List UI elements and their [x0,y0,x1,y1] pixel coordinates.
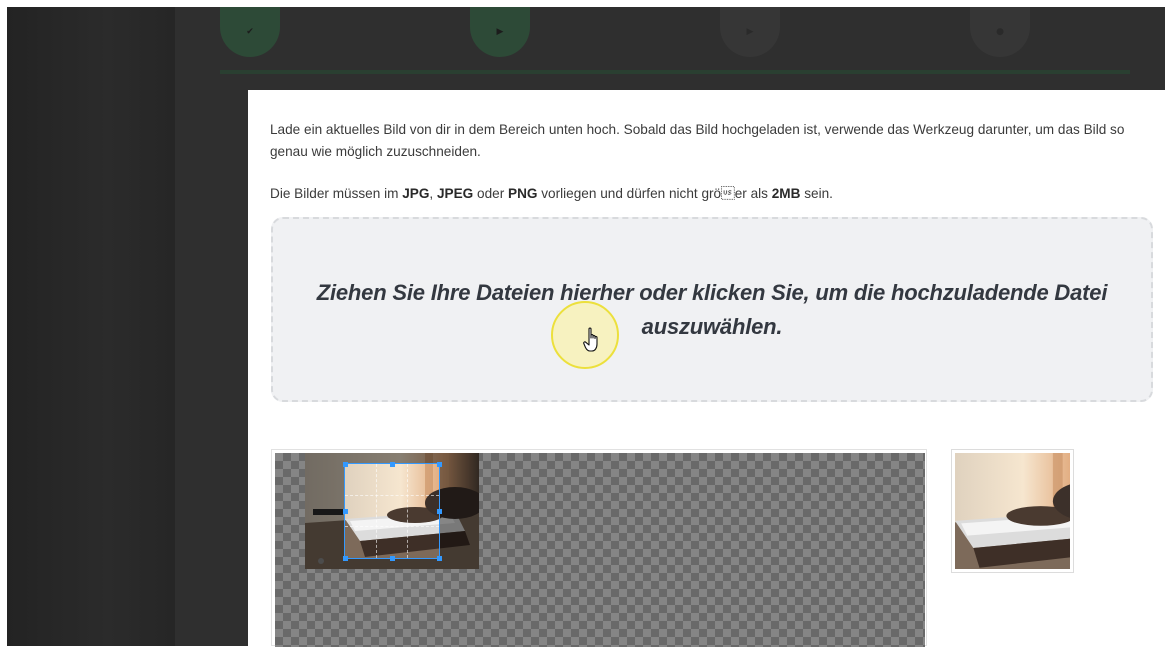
step-1-button[interactable]: ✔ [220,7,280,57]
crop-handle-se[interactable] [437,556,442,561]
play-icon: ▶ [496,27,504,37]
crop-handle-n[interactable] [390,462,395,467]
format-png: PNG [508,186,538,201]
crop-handle-ne[interactable] [437,462,442,467]
formats-middle: vorliegen und dürfen nicht grö er als [537,186,772,201]
circle-icon: ● [996,27,1004,37]
crop-handle-nw[interactable] [343,462,348,467]
step-3-button[interactable]: ▶ [720,7,780,57]
crop-preview [951,449,1074,573]
crop-handle-e[interactable] [437,509,442,514]
page-sidebar-backdrop [7,7,175,646]
crop-selection[interactable] [344,463,440,559]
crop-handle-sw[interactable] [343,556,348,561]
file-dropzone[interactable]: Ziehen Sie Ihre Dateien hierher oder kli… [271,217,1153,402]
upload-dialog: Lade ein aktuelles Bild von dir in dem B… [248,90,1165,647]
dropzone-label: Ziehen Sie Ihre Dateien hierher oder kli… [316,279,1108,339]
max-file-size: 2MB [771,186,801,201]
crop-handle-s[interactable] [390,556,395,561]
upload-instructions: Lade ein aktuelles Bild von dir in dem B… [270,122,1125,159]
format-jpg: JPG [402,186,430,201]
image-cropper[interactable] [271,449,927,647]
step-indicator: ✔ ▶ ▶ ● [220,7,1165,77]
format-requirements: Die Bilder müssen im JPG, JPEG oder PNG … [270,183,1130,205]
hand-pointer-icon [583,327,598,352]
crop-handle-w[interactable] [343,509,348,514]
formats-suffix: sein. [800,186,833,201]
cropper-canvas[interactable] [275,453,925,647]
check-icon: ✔ [246,27,254,37]
step-progress-line [220,70,1130,74]
step-2-button[interactable]: ▶ [470,7,530,57]
formats-separator-1: , [429,186,437,201]
formats-separator-2: oder [473,186,509,201]
step-4-button[interactable]: ● [970,7,1030,57]
play-icon: ▶ [746,27,754,37]
format-jpeg: JPEG [436,186,474,201]
formats-prefix: Die Bilder müssen im [270,186,403,201]
